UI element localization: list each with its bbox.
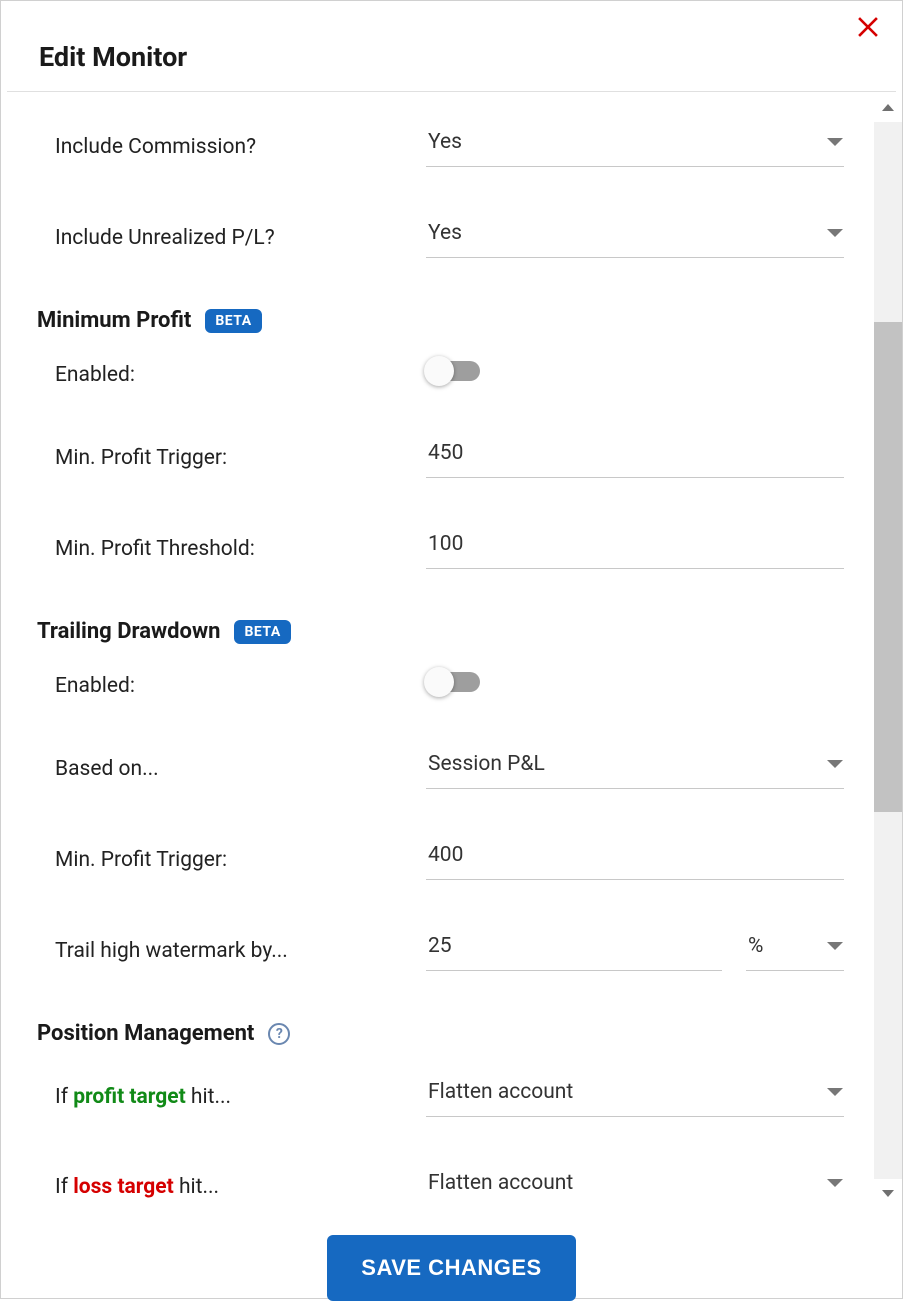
toggle-trailing-enabled[interactable]: [426, 672, 480, 692]
label-based-on: Based on...: [41, 757, 426, 781]
save-changes-button[interactable]: SAVE CHANGES: [327, 1235, 575, 1301]
row-profit-target: If profit target hit... Flatten account: [41, 1076, 844, 1117]
row-trailing-trigger: Min. Profit Trigger:: [41, 839, 844, 880]
input-trailing-trigger[interactable]: [426, 839, 844, 880]
row-trailing-enabled: Enabled:: [41, 674, 844, 698]
section-title: Minimum Profit: [37, 308, 191, 333]
chevron-down-icon: [826, 940, 844, 952]
form-content: Include Commission? Yes Include Unrealiz…: [33, 92, 874, 1213]
profit-target-text: profit target: [73, 1085, 185, 1109]
section-title: Trailing Drawdown: [37, 619, 220, 644]
chevron-down-icon: [826, 1086, 844, 1098]
row-include-unrealized: Include Unrealized P/L? Yes: [41, 217, 844, 258]
label-include-unrealized: Include Unrealized P/L?: [41, 226, 426, 250]
section-trailing-drawdown: Trailing Drawdown BETA: [37, 619, 844, 644]
select-trail-unit[interactable]: %: [746, 930, 844, 971]
toggle-min-profit-enabled[interactable]: [426, 361, 480, 381]
text: If: [55, 1175, 73, 1199]
row-include-commission: Include Commission? Yes: [41, 126, 844, 167]
section-minimum-profit: Minimum Profit BETA: [37, 308, 844, 333]
label-profit-target: If profit target hit...: [41, 1085, 426, 1109]
select-value: Yes: [428, 221, 462, 245]
toggle-knob: [424, 667, 454, 697]
section-title: Position Management: [37, 1021, 254, 1046]
loss-target-text: loss target: [73, 1175, 174, 1199]
select-value: Session P&L: [428, 752, 545, 776]
row-min-profit-enabled: Enabled:: [41, 363, 844, 387]
input-min-profit-threshold[interactable]: [426, 528, 844, 569]
chevron-down-icon: [826, 1177, 844, 1189]
scroll-area: Include Commission? Yes Include Unrealiz…: [1, 92, 902, 1213]
select-value: Yes: [428, 130, 462, 154]
select-value: Flatten account: [428, 1171, 573, 1195]
select-based-on[interactable]: Session P&L: [426, 748, 844, 789]
help-icon[interactable]: ?: [268, 1023, 290, 1045]
text: If: [55, 1085, 73, 1109]
chevron-down-icon: [826, 136, 844, 148]
dialog-header: Edit Monitor: [7, 1, 896, 92]
row-min-profit-trigger: Min. Profit Trigger:: [41, 437, 844, 478]
row-trailing-based-on: Based on... Session P&L: [41, 748, 844, 789]
dialog-title: Edit Monitor: [39, 41, 864, 73]
beta-badge: BETA: [205, 309, 261, 333]
scroll-down-arrow-icon[interactable]: [874, 1179, 902, 1209]
label-trailing-trigger: Min. Profit Trigger:: [41, 848, 426, 872]
text: hit...: [174, 1175, 219, 1199]
label-include-commission: Include Commission?: [41, 135, 426, 159]
chevron-down-icon: [826, 758, 844, 770]
label-loss-target: If loss target hit...: [41, 1175, 426, 1199]
beta-badge: BETA: [234, 620, 290, 644]
scroll-up-arrow-icon[interactable]: [874, 92, 902, 122]
section-position-management: Position Management ?: [37, 1021, 844, 1046]
scrollbar[interactable]: [874, 92, 902, 1213]
select-profit-action[interactable]: Flatten account: [426, 1076, 844, 1117]
select-value: Flatten account: [428, 1080, 573, 1104]
row-loss-target: If loss target hit... Flatten account: [41, 1167, 844, 1207]
input-trail-watermark[interactable]: [426, 930, 722, 971]
label-enabled: Enabled:: [41, 674, 426, 698]
input-min-profit-trigger[interactable]: [426, 437, 844, 478]
select-include-unrealized[interactable]: Yes: [426, 217, 844, 258]
label-min-profit-trigger: Min. Profit Trigger:: [41, 446, 426, 470]
label-min-profit-threshold: Min. Profit Threshold:: [41, 537, 426, 561]
close-button[interactable]: [856, 15, 880, 39]
scrollbar-thumb[interactable]: [874, 322, 902, 812]
text: hit...: [186, 1085, 231, 1109]
label-enabled: Enabled:: [41, 363, 426, 387]
chevron-down-icon: [826, 227, 844, 239]
scrollbar-track[interactable]: [874, 122, 902, 1179]
row-min-profit-threshold: Min. Profit Threshold:: [41, 528, 844, 569]
select-loss-action[interactable]: Flatten account: [426, 1167, 844, 1207]
dialog-footer: SAVE CHANGES: [1, 1213, 902, 1313]
label-trail-watermark: Trail high watermark by...: [41, 939, 426, 963]
select-include-commission[interactable]: Yes: [426, 126, 844, 167]
edit-monitor-dialog: Edit Monitor Include Commission? Yes Inc…: [0, 0, 903, 1299]
select-value: %: [748, 934, 763, 958]
toggle-knob: [424, 356, 454, 386]
row-trail-watermark: Trail high watermark by... %: [41, 930, 844, 971]
